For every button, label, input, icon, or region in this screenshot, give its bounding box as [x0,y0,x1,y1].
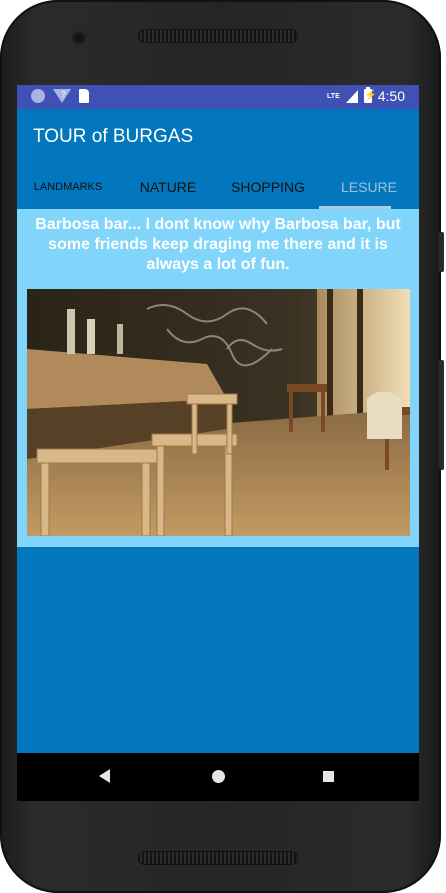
app-bar: TOUR of BURGAS [17,109,419,165]
battery-icon: ⚡ [363,87,378,103]
notification-dot-icon [31,89,45,103]
tab-shopping[interactable]: SHOPPING [217,165,319,209]
place-description: Barbosa bar... I dont know why Barbosa b… [35,216,401,273]
bar-interior-photo [27,289,410,536]
navigation-bar [17,753,419,801]
content-area: Barbosa bar... I dont know why Barbosa b… [17,209,419,753]
back-icon[interactable] [99,769,110,783]
top-speaker [138,29,298,43]
screen: ? LTE ⚡ 4:50 TOUR of BURGAS LANDMARKS NA… [17,85,419,801]
tab-nature[interactable]: NATURE [119,165,217,209]
tab-bar: LANDMARKS NATURE SHOPPING LESURE [17,165,419,209]
wifi-icon: ? [53,89,71,103]
lte-label: LTE [327,92,340,100]
sd-card-icon [79,89,89,103]
front-camera [74,33,84,43]
tab-lesure[interactable]: LESURE [319,165,419,209]
place-card[interactable]: Barbosa bar... I dont know why Barbosa b… [17,209,419,547]
power-button [439,232,444,272]
signal-icon [345,89,358,103]
status-right: LTE ⚡ 4:50 [327,87,405,104]
status-bar: ? LTE ⚡ 4:50 [17,85,419,109]
clock: 4:50 [377,88,405,104]
recents-icon[interactable] [323,771,334,782]
app-title: TOUR of BURGAS [33,126,194,147]
home-icon[interactable] [212,770,225,783]
status-left: ? [31,89,89,103]
tab-landmarks[interactable]: LANDMARKS [17,165,119,209]
bar-photo-illustration [27,289,410,536]
volume-button [439,360,444,470]
phone-frame: ? LTE ⚡ 4:50 TOUR of BURGAS LANDMARKS NA… [0,0,444,893]
bottom-speaker [138,851,298,865]
